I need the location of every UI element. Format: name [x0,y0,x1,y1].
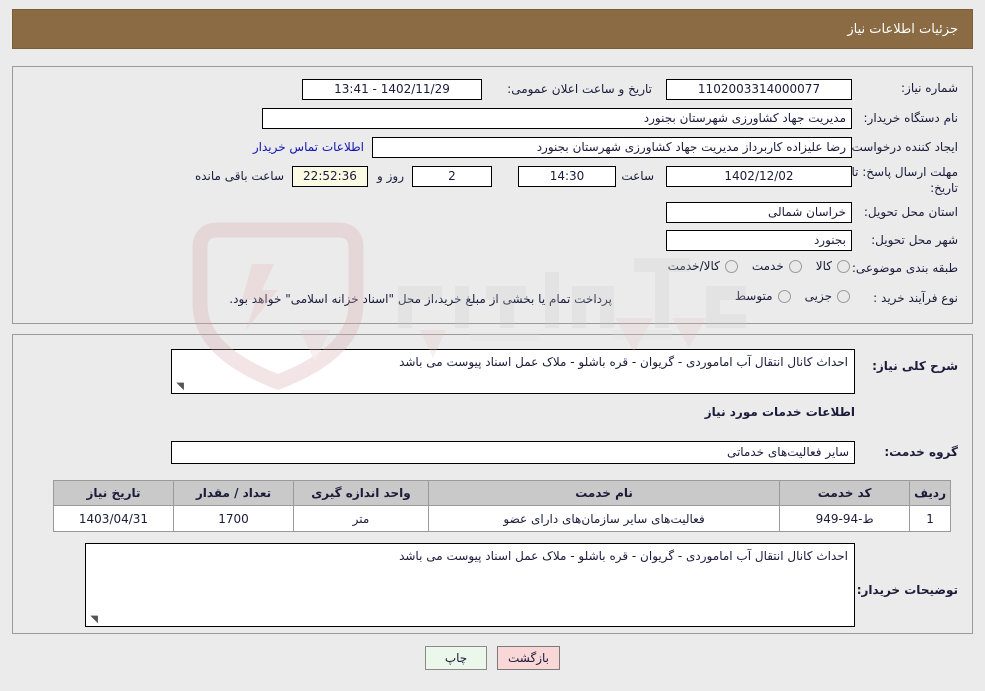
radio-goods-service-label: کالا/خدمت [667,259,720,273]
cell-quantity: 1700 [173,505,294,532]
requester-label: ایجاد کننده درخواست: [847,140,958,154]
delivery-province-value: خراسان شمالی [666,202,852,223]
radio-service-icon[interactable] [788,259,802,273]
buyer-notes-label: توضیحات خریدار: [856,583,958,597]
page-root: جزئیات اطلاعات نیاز شماره نیاز: 11020033… [0,0,985,691]
resize-grip-icon[interactable]: ◥ [174,382,184,392]
radio-minor-icon[interactable] [837,289,850,303]
delivery-province-label: استان محل تحویل: [863,205,958,219]
deadline-time-value: 14:30 [518,166,616,187]
countdown-timer-label: ساعت باقی مانده [194,169,284,183]
col-service-code: کد خدمت [779,480,911,506]
radio-medium-icon[interactable] [777,289,791,303]
services-section-heading: اطلاعات خدمات مورد نیاز [704,405,855,419]
announce-datetime-label: تاریخ و ساعت اعلان عمومی: [507,82,652,96]
subject-category-label: طبقه بندی موضوعی: [851,261,958,275]
radio-option-goods[interactable]: کالا [816,259,850,273]
requester-value: رضا علیزاده کاربرداز مدیریت جهاد کشاورزی… [372,137,852,158]
subject-category-radio-group: کالا خدمت کالا/خدمت [654,259,850,273]
remaining-days-value: 2 [412,166,492,187]
deadline-label-line2: تاریخ: [930,181,958,195]
general-description-textarea[interactable]: احداث کانال انتقال آب اماموردی - گریوان … [171,349,855,394]
buyer-org-value: مدیریت جهاد کشاورزی شهرستان بجنورد [262,108,852,129]
table-row: 1 ط-94-949 فعالیت‌های سایر سازمان‌های دا… [53,505,951,532]
need-summary-panel: شماره نیاز: 1102003314000077 تاریخ و ساع… [12,66,973,324]
general-description-value: احداث کانال انتقال آب اماموردی - گریوان … [399,355,848,369]
radio-goods-icon[interactable] [837,259,850,273]
radio-minor-label: جزیی [804,289,832,303]
cell-need-date: 1403/04/31 [53,505,174,532]
table-header-row: ردیف کد خدمت نام خدمت واحد اندازه گیری ت… [53,480,951,506]
col-need-date: تاریخ نیاز [53,480,174,506]
print-button[interactable]: چاپ [425,646,487,670]
payment-note: پرداخت تمام یا بخشی از مبلغ خرید،از محل … [229,292,612,306]
announce-datetime-value: 1402/11/29 - 13:41 [302,79,482,100]
need-detail-panel: شرح کلی نیاز: احداث کانال انتقال آب امام… [12,334,973,634]
need-number-row: شماره نیاز: [901,81,958,95]
deadline-hour-label: ساعت [621,169,654,183]
purchase-process-label: نوع فرآیند خرید : [873,291,958,305]
buyer-notes-value: احداث کانال انتقال آب اماموردی - گریوان … [399,549,848,563]
radio-goods-label: کالا [815,259,832,273]
cell-row-no: 1 [909,505,951,532]
countdown-timer-value: 22:52:36 [292,166,368,187]
services-table-wrapper: ردیف کد خدمت نام خدمت واحد اندازه گیری ت… [53,480,951,532]
deadline-date-value: 1402/12/02 [666,166,852,187]
col-row-no: ردیف [909,480,951,506]
general-description-label: شرح کلی نیاز: [872,359,958,373]
cell-service-code: ط-94-949 [779,505,911,532]
service-group-label: گروه خدمت: [884,445,958,459]
footer-button-bar: بازگشت چاپ [0,646,985,670]
radio-medium-label: متوسط [734,289,773,303]
radio-goods-service-icon[interactable] [724,259,738,273]
buyer-notes-textarea[interactable]: احداث کانال انتقال آب اماموردی - گریوان … [85,543,855,627]
need-number-value: 1102003314000077 [666,79,852,100]
purchase-process-radio-group: جزیی متوسط [721,289,850,303]
col-unit: واحد اندازه گیری [293,480,429,506]
radio-option-minor[interactable]: جزیی [805,289,850,303]
need-number-label: شماره نیاز: [901,81,958,95]
radio-service-label: خدمت [751,259,784,273]
remaining-days-label: روز و [377,169,404,183]
service-group-value: سایر فعالیت‌های خدماتی [171,441,855,464]
back-button[interactable]: بازگشت [497,646,560,670]
cell-service-name: فعالیت‌های سایر سازمان‌های دارای عضو [427,505,781,532]
col-quantity: تعداد / مقدار [173,480,294,506]
buyer-contact-link[interactable]: اطلاعات تماس خریدار [253,140,364,154]
page-title: جزئیات اطلاعات نیاز [847,21,958,37]
col-service-name: نام خدمت [427,480,781,506]
delivery-city-value: بجنورد [666,230,852,251]
cell-unit: متر [293,505,429,532]
resize-grip-icon-notes[interactable]: ◥ [88,615,98,625]
radio-option-medium[interactable]: متوسط [735,289,791,303]
buyer-org-label: نام دستگاه خریدار: [863,111,959,125]
page-header: جزئیات اطلاعات نیاز [12,9,973,49]
deadline-label-line1: مهلت ارسال پاسخ: تا [851,165,958,179]
delivery-city-label: شهر محل تحویل: [871,233,958,247]
radio-option-service[interactable]: خدمت [752,259,802,273]
services-table: ردیف کد خدمت نام خدمت واحد اندازه گیری ت… [53,480,951,532]
radio-option-goods-service[interactable]: کالا/خدمت [668,259,738,273]
